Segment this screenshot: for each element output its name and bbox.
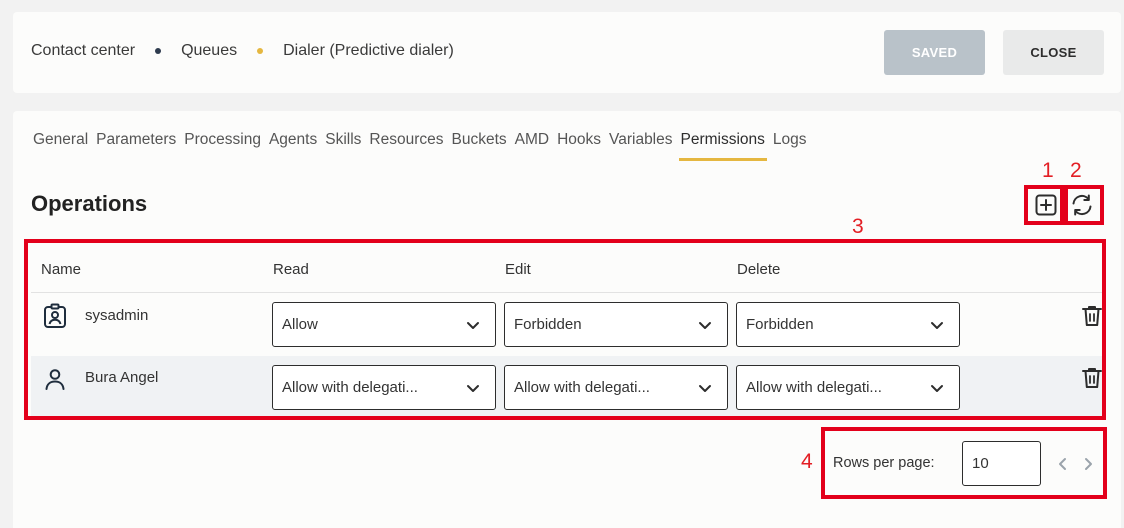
annotation-marker-1: 1	[1042, 159, 1054, 182]
tab-buckets[interactable]: Buckets	[452, 131, 507, 161]
breadcrumb-queues[interactable]: Queues	[181, 42, 237, 60]
tab-variables[interactable]: Variables	[609, 131, 672, 161]
breadcrumb: Contact center Queues Dialer (Predictive…	[31, 42, 454, 60]
breadcrumb-contact-center[interactable]: Contact center	[31, 42, 135, 60]
tab-skills[interactable]: Skills	[325, 131, 361, 161]
breadcrumb-separator	[257, 48, 264, 54]
annotation-box-1	[1024, 185, 1064, 225]
main-card: General Parameters Processing Agents Ski…	[13, 111, 1121, 528]
annotation-box-2	[1064, 185, 1104, 225]
close-button[interactable]: CLOSE	[1003, 30, 1104, 75]
tab-resources[interactable]: Resources	[369, 131, 443, 161]
tab-amd[interactable]: AMD	[515, 131, 549, 161]
annotation-marker-2: 2	[1070, 159, 1082, 182]
tab-logs[interactable]: Logs	[773, 131, 807, 161]
breadcrumb-current: Dialer (Predictive dialer)	[283, 42, 454, 59]
annotation-box-3	[24, 239, 1106, 420]
saved-button[interactable]: SAVED	[884, 30, 985, 75]
tab-hooks[interactable]: Hooks	[557, 131, 601, 161]
tab-processing[interactable]: Processing	[184, 131, 261, 161]
tab-parameters[interactable]: Parameters	[96, 131, 176, 161]
tab-permissions[interactable]: Permissions	[678, 131, 768, 161]
tab-agents[interactable]: Agents	[269, 131, 317, 161]
breadcrumb-separator	[155, 48, 162, 54]
annotation-marker-3: 3	[852, 215, 864, 238]
section-title: Operations	[31, 191, 148, 216]
tab-general[interactable]: General	[33, 131, 88, 161]
annotation-marker-4: 4	[801, 450, 813, 473]
annotation-box-4	[821, 427, 1107, 499]
tab-bar: General Parameters Processing Agents Ski…	[33, 131, 815, 161]
header-card: Contact center Queues Dialer (Predictive…	[13, 12, 1121, 93]
